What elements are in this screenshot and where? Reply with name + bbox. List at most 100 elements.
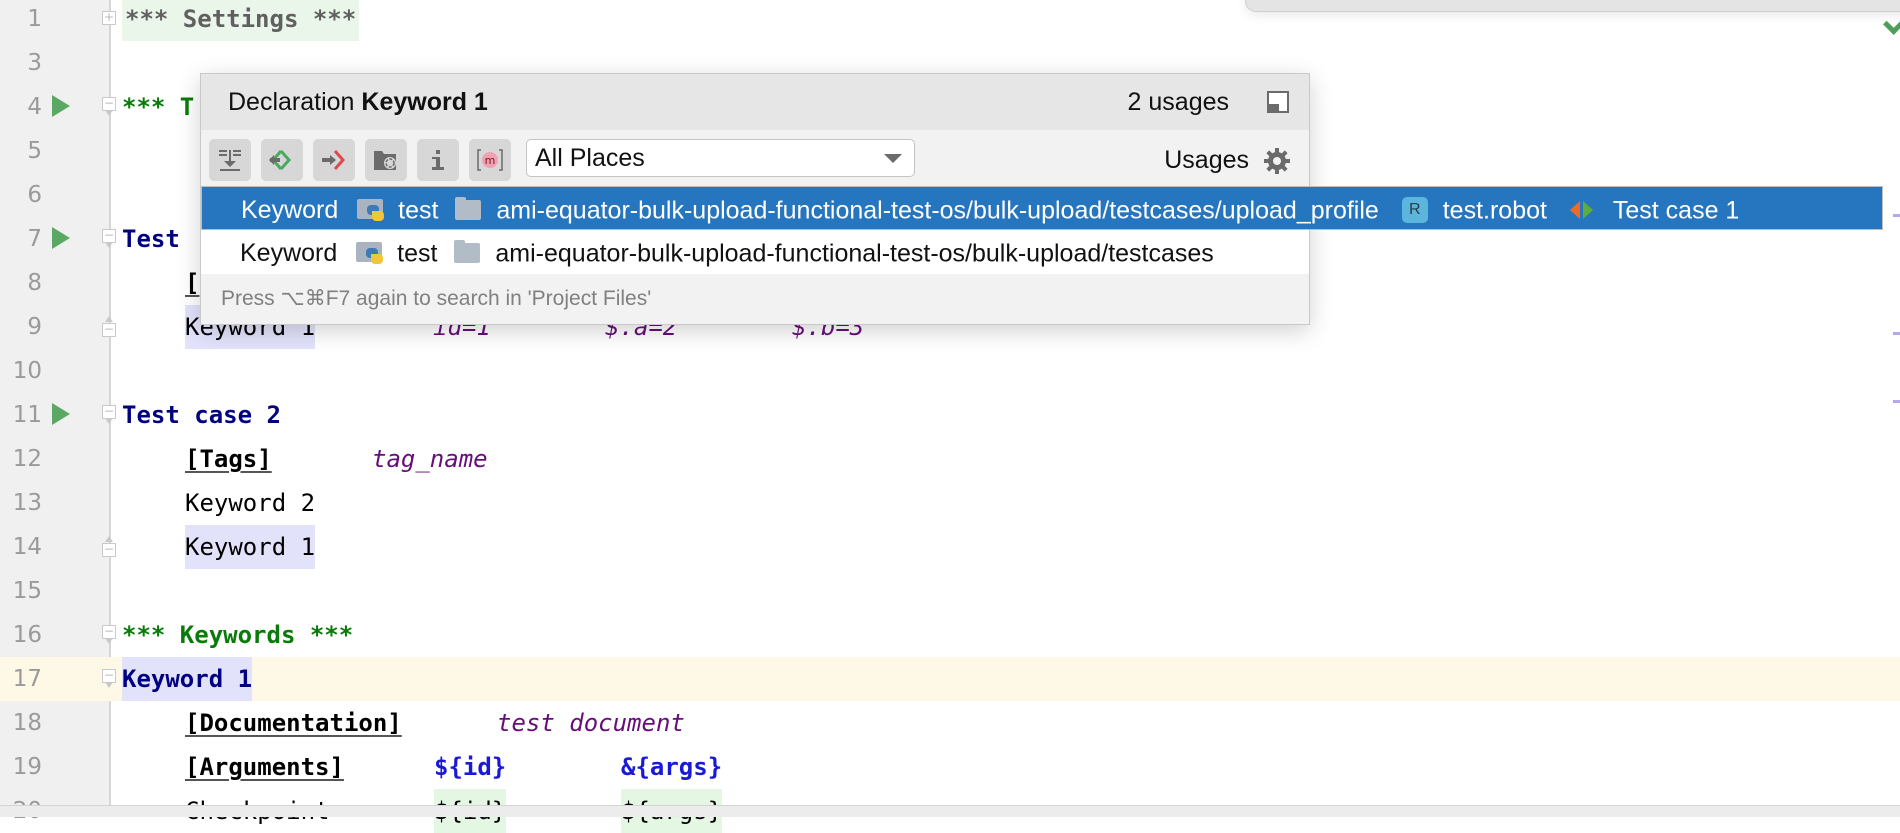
result-module: test <box>397 239 438 268</box>
group-by-module-button[interactable] <box>365 139 407 181</box>
footer-hint: Press ⌥⌘F7 again to search in 'Project F… <box>221 287 652 310</box>
run-icon[interactable] <box>52 403 70 425</box>
popup-footer: Press ⌥⌘F7 again to search in 'Project F… <box>201 274 1309 324</box>
test-cases-section-header: *** T <box>122 93 195 121</box>
fold-end-icon[interactable]: − <box>102 536 116 557</box>
merge-lines-icon <box>219 150 241 171</box>
fold-collapse-icon[interactable]: − <box>102 669 116 688</box>
usage-result-row-selected[interactable]: Keyword test ami-equator-bulk-upload-fun… <box>201 186 1883 230</box>
line-number: 3 <box>27 50 42 76</box>
keyword-definition[interactable]: Keyword 1 <box>122 657 253 701</box>
show-usages-popup: Declaration Keyword 1 2 usages m All Pla… <box>200 73 1883 325</box>
usage-result-row[interactable]: Keyword test ami-equator-bulk-upload-fun… <box>201 230 1309 274</box>
scope-selected-value: All Places <box>535 144 645 172</box>
line-number: 12 <box>12 446 42 472</box>
result-path: ami-equator-bulk-upload-functional-test-… <box>496 196 1379 225</box>
keyword-call[interactable]: Keyword 2 <box>185 481 315 525</box>
line-number: 14 <box>12 534 42 560</box>
fold-collapse-icon[interactable]: − <box>102 229 116 248</box>
setting-keyword: [ <box>185 269 200 297</box>
setting-keyword: [Documentation] <box>185 709 402 737</box>
show-methods-button[interactable]: m <box>469 139 511 181</box>
line-number: 18 <box>12 710 42 736</box>
line-number: 16 <box>12 622 42 648</box>
argument-variable: ${id} <box>434 753 507 781</box>
code-line: 10 <box>0 349 1900 393</box>
module-folder-icon <box>374 151 396 170</box>
usages-settings-label[interactable]: Usages <box>1164 130 1249 190</box>
open-in-find-window-icon[interactable] <box>1267 91 1289 113</box>
usage-count: 2 usages <box>1127 88 1229 116</box>
code-line: 11 − Test case 2 <box>0 393 1900 437</box>
line-number: 15 <box>12 578 42 604</box>
fold-expand-icon[interactable]: + <box>102 11 116 25</box>
fold-collapse-icon[interactable]: − <box>102 625 116 644</box>
setting-value: test document <box>497 709 685 737</box>
run-icon[interactable] <box>52 227 70 249</box>
method-icon: m <box>477 149 503 171</box>
result-module: test <box>398 196 439 225</box>
keywords-section-header: *** Keywords *** <box>122 621 354 649</box>
line-number: 10 <box>12 358 42 384</box>
result-type: Keyword <box>241 196 339 225</box>
test-case-name: Test case 2 <box>122 401 281 429</box>
code-line: 15 <box>0 569 1900 613</box>
result-path: ami-equator-bulk-upload-functional-test-… <box>495 239 1214 268</box>
chevron-down-icon <box>884 154 902 163</box>
line-number: 1 <box>27 6 42 32</box>
settings-section-header: *** Settings *** <box>122 0 360 41</box>
folder-icon <box>455 197 482 221</box>
keyword-call[interactable]: Keyword 1 <box>185 525 316 569</box>
test-case-name: Test <box>122 225 180 253</box>
result-type: Keyword <box>240 239 338 268</box>
horizontal-scrollbar[interactable] <box>0 805 1900 817</box>
navigate-in-button[interactable] <box>261 139 303 181</box>
code-line: 1 + *** Settings *** <box>0 0 1900 41</box>
popup-title: Declaration Keyword 1 <box>228 74 488 130</box>
gear-icon[interactable] <box>1263 147 1291 175</box>
navigate-out-icon <box>322 150 346 170</box>
setting-keyword: [Arguments] <box>185 753 344 781</box>
fold-collapse-icon[interactable]: − <box>102 97 116 116</box>
line-number: 11 <box>12 402 42 428</box>
code-line: 18 [Documentation] test document <box>0 701 1900 745</box>
scope-dropdown[interactable]: All Places <box>526 139 915 177</box>
line-number: 9 <box>27 314 42 340</box>
popup-title-prefix: Declaration <box>228 88 355 116</box>
code-line: 13 Keyword 2 <box>0 481 1900 525</box>
line-number: 4 <box>27 94 42 120</box>
setting-value: tag_name <box>372 445 488 473</box>
python-module-icon <box>356 240 386 266</box>
folder-icon <box>454 240 481 264</box>
argument-variable: &{args} <box>621 753 723 781</box>
popup-title-target: Keyword 1 <box>361 88 488 116</box>
run-icon[interactable] <box>52 95 70 117</box>
line-number: 13 <box>12 490 42 516</box>
code-line: 12 [Tags] tag_name <box>0 437 1900 481</box>
result-context: Test case 1 <box>1612 196 1740 225</box>
line-number: 17 <box>0 657 42 701</box>
line-number: 8 <box>27 270 42 296</box>
fold-collapse-icon[interactable]: − <box>102 405 116 424</box>
navigate-in-icon <box>269 150 292 170</box>
result-file: test.robot <box>1442 196 1547 225</box>
python-module-icon <box>357 197 387 223</box>
code-line-current: 17 − Keyword 1 <box>0 657 1900 701</box>
navigate-out-button[interactable] <box>313 139 355 181</box>
test-case-icon <box>1569 199 1596 221</box>
line-number: 7 <box>27 226 42 252</box>
fold-end-icon[interactable]: − <box>102 316 116 337</box>
code-line: 19 [Arguments] ${id} &{args} <box>0 745 1900 789</box>
info-icon <box>432 150 444 170</box>
code-line: 14 − Keyword 1 <box>0 525 1900 569</box>
merge-lines-button[interactable] <box>209 139 251 181</box>
show-info-button[interactable] <box>417 139 459 181</box>
line-number: 6 <box>27 182 42 208</box>
setting-keyword: [Tags] <box>185 445 272 473</box>
line-number: 19 <box>12 754 42 780</box>
code-line: 16 − *** Keywords *** <box>0 613 1900 657</box>
line-number: 5 <box>27 138 42 164</box>
popup-header: Declaration Keyword 1 2 usages <box>201 74 1309 130</box>
svg-text:m: m <box>485 154 496 167</box>
robot-file-icon: R <box>1401 197 1428 224</box>
